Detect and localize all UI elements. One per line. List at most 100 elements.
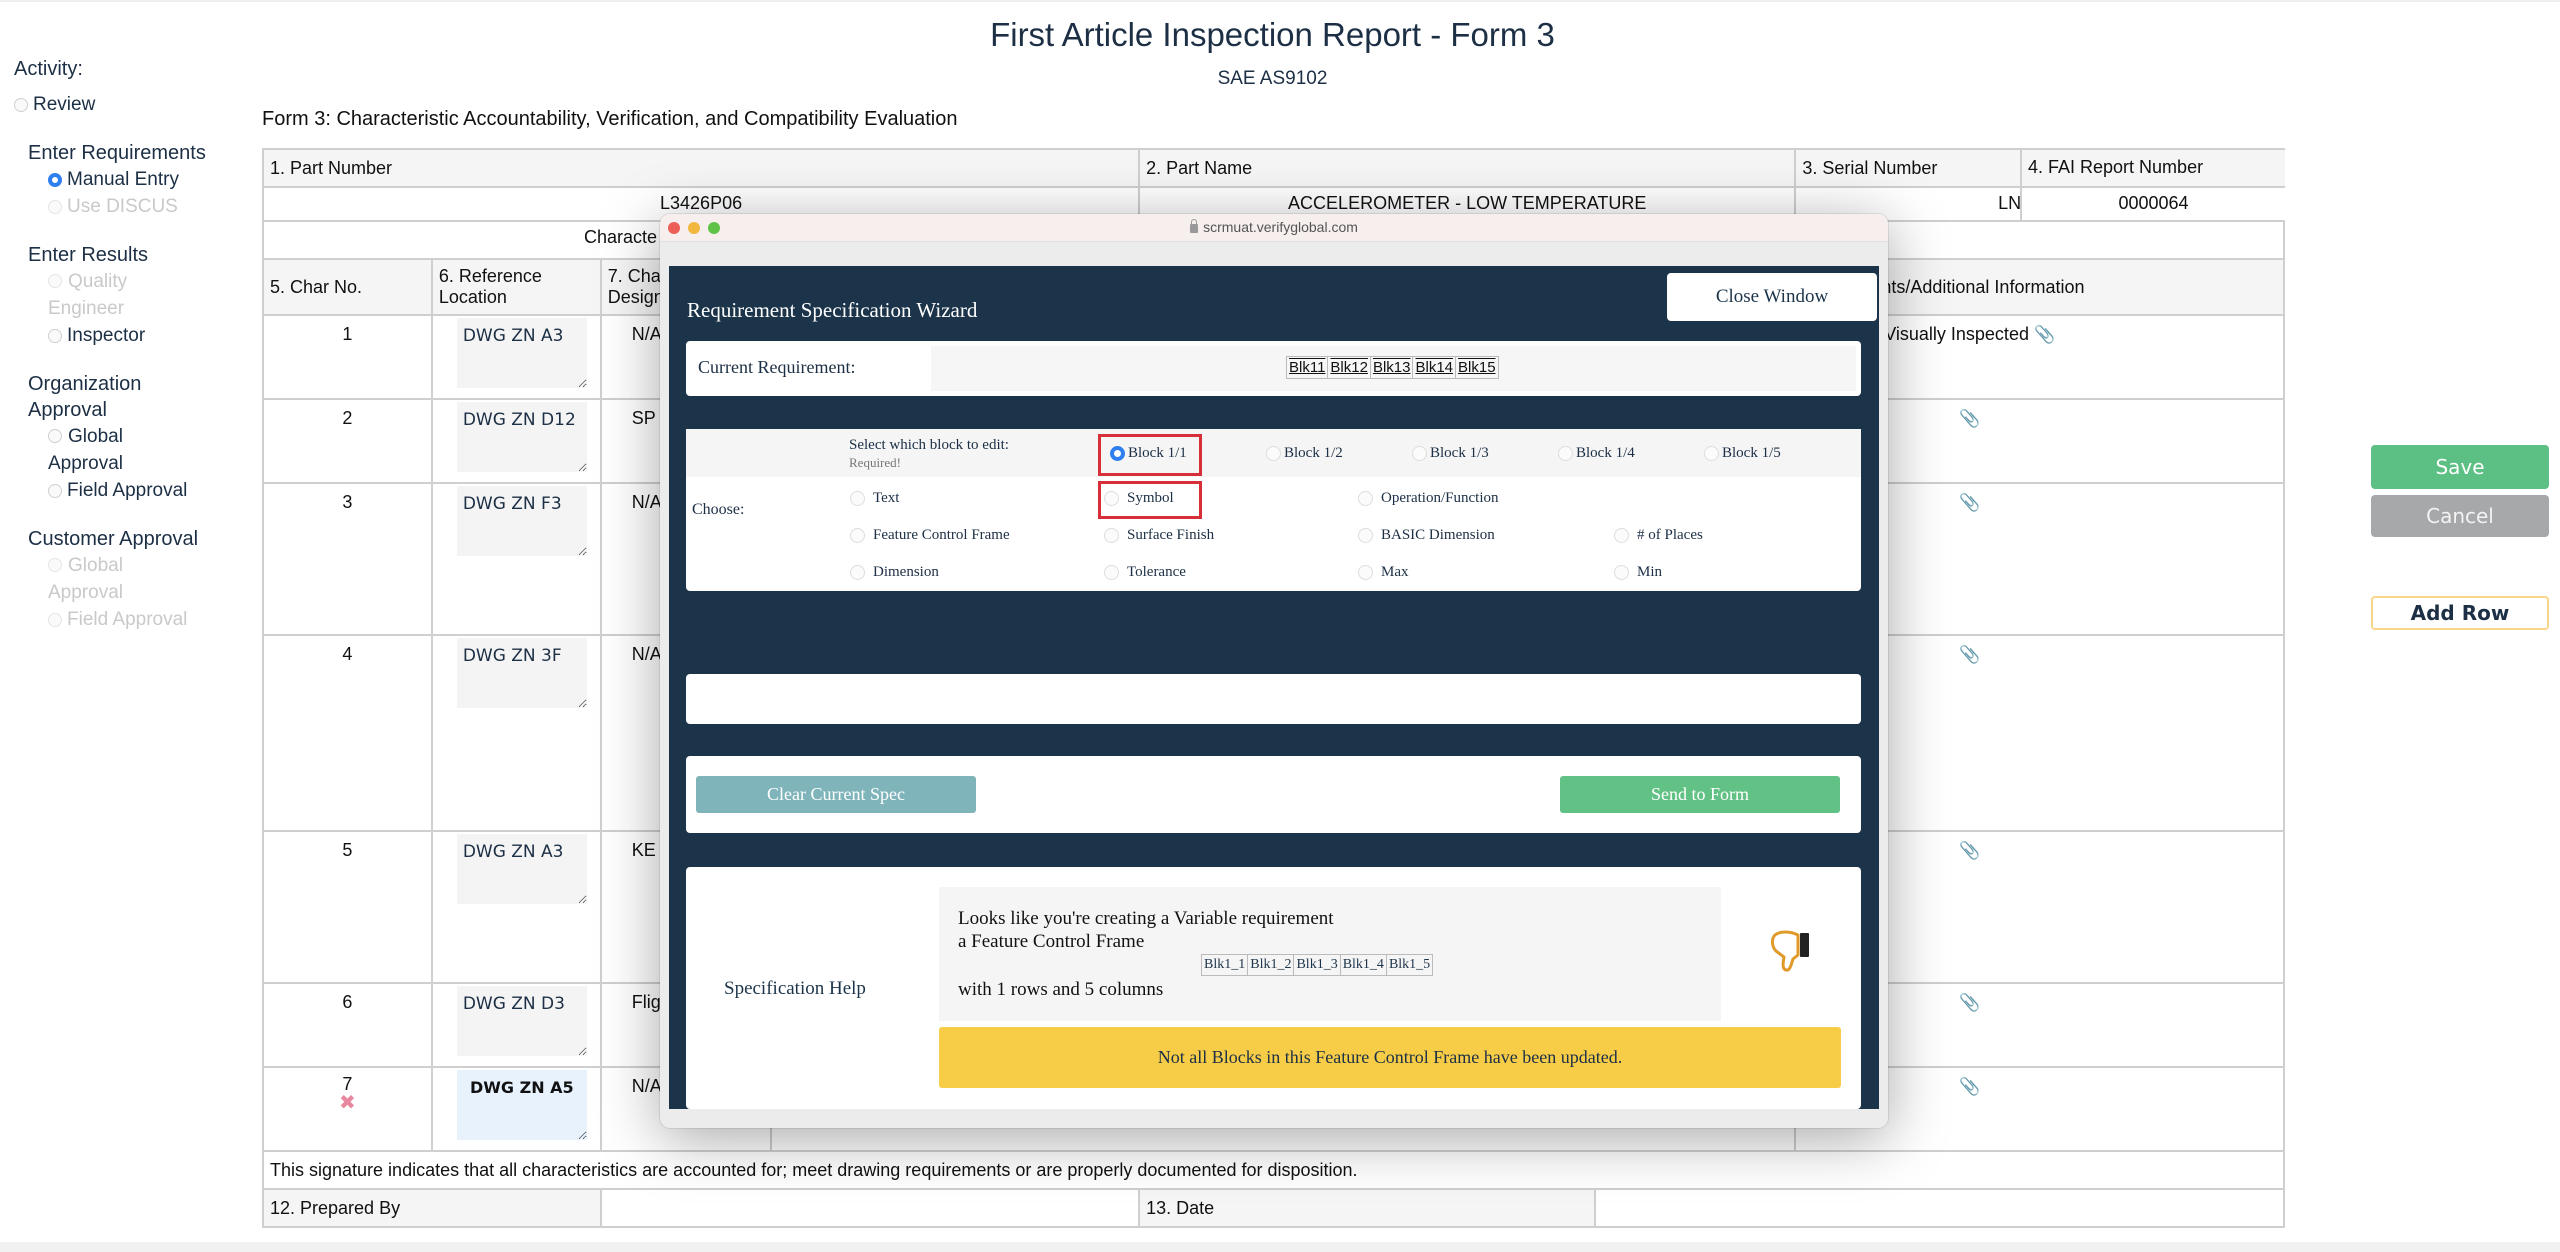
spec-actions-card: Clear Current Spec Send to Form <box>686 756 1861 833</box>
radio-icon[interactable] <box>48 484 62 498</box>
comment-value: Visually Inspected <box>1884 324 2029 344</box>
radio-icon[interactable] <box>1704 446 1719 461</box>
current-block[interactable]: Blk13 <box>1371 357 1414 378</box>
radio-type-max[interactable]: Max <box>1358 564 1409 581</box>
radio-icon[interactable] <box>48 429 62 443</box>
group-title: Enter Results <box>28 244 149 266</box>
paperclip-icon[interactable]: 📎 <box>1959 993 1980 1012</box>
char-no: 4 <box>262 634 433 832</box>
current-block[interactable]: Blk15 <box>1456 357 1498 378</box>
paperclip-icon[interactable]: 📎 <box>1959 841 1980 860</box>
fai-report-value: 0000064 <box>2020 188 2285 220</box>
radio-type-places[interactable]: # of Places <box>1614 527 1703 544</box>
radio-manual-entry[interactable]: Manual Entry <box>48 166 224 193</box>
paperclip-icon[interactable]: 📎 <box>2034 325 2055 344</box>
radio-quality-engineer: Quality Engineer <box>48 268 168 322</box>
radio-block-1-3[interactable]: Block 1/3 <box>1412 445 1489 462</box>
radio-icon[interactable] <box>1358 491 1373 506</box>
paperclip-icon[interactable]: 📎 <box>1959 645 1980 664</box>
paperclip-icon[interactable]: 📎 <box>1959 409 1980 428</box>
radio-org-global-approval[interactable]: Global Approval <box>48 423 158 477</box>
radio-icon[interactable] <box>850 565 865 580</box>
radio-icon[interactable] <box>1358 565 1373 580</box>
radio-block-1-4[interactable]: Block 1/4 <box>1558 445 1635 462</box>
page-title: First Article Inspection Report - Form 3 <box>990 16 1555 53</box>
send-to-form-button[interactable]: Send to Form <box>1560 776 1840 813</box>
reference-location-input[interactable]: DWG ZN A3 <box>456 318 587 388</box>
radio-type-surface-finish[interactable]: Surface Finish <box>1104 527 1214 544</box>
activity-sidebar: Activity: Review Enter Requirements Manu… <box>14 58 224 633</box>
radio-selected-icon[interactable] <box>48 173 62 187</box>
reference-location-input[interactable]: DWG ZN A3 <box>456 834 587 904</box>
radio-type-basic-dimension[interactable]: BASIC Dimension <box>1358 527 1495 544</box>
current-block[interactable]: Blk14 <box>1413 357 1457 378</box>
paperclip-icon[interactable]: 📎 <box>1959 493 1980 512</box>
radio-type-symbol[interactable]: Symbol <box>1104 490 1174 507</box>
reference-location-input[interactable]: DWG ZN D12 <box>456 402 587 472</box>
radio-type-feature-control-frame[interactable]: Feature Control Frame <box>850 527 1010 544</box>
radio-icon <box>48 613 62 627</box>
window-titlebar[interactable]: scrmuat.verifyglobal.com <box>660 214 1888 242</box>
radio-org-field-approval[interactable]: Field Approval <box>48 477 224 504</box>
radio-icon[interactable] <box>850 491 865 506</box>
prepared-by-label: 12. Prepared By <box>262 1188 602 1228</box>
group-title: Enter Requirements <box>28 142 206 164</box>
radio-icon[interactable] <box>1104 528 1119 543</box>
current-block[interactable]: Blk12 <box>1328 357 1371 378</box>
radio-icon[interactable] <box>850 528 865 543</box>
lock-icon <box>1190 219 1199 233</box>
radio-inspector[interactable]: Inspector <box>48 322 224 349</box>
radio-type-dimension[interactable]: Dimension <box>850 564 939 581</box>
reference-location-input[interactable]: DWG ZN A5 <box>456 1070 587 1140</box>
radio-block-1-5[interactable]: Block 1/5 <box>1704 445 1781 462</box>
clear-current-spec-button[interactable]: Clear Current Spec <box>696 776 976 813</box>
spec-editor-area[interactable] <box>686 674 1861 724</box>
current-requirement-field: Blk11 Blk12 Blk13 Blk14 Blk15 <box>931 346 1856 391</box>
radio-type-text[interactable]: Text <box>850 490 899 507</box>
radio-icon <box>48 200 62 214</box>
radio-selected-icon[interactable] <box>1110 446 1125 461</box>
top-border <box>0 0 2560 2</box>
current-block[interactable]: Blk11 <box>1287 357 1329 378</box>
radio-icon[interactable] <box>1104 491 1119 506</box>
cancel-button[interactable]: Cancel <box>2371 495 2549 537</box>
radio-icon <box>48 274 62 288</box>
fai-report-label: 4. FAI Report Number <box>2020 150 2285 186</box>
save-button[interactable]: Save <box>2371 445 2549 489</box>
radio-icon[interactable] <box>1104 565 1119 580</box>
help-block-grid: Blk1_1 Blk1_2 Blk1_3 Blk1_4 Blk1_5 <box>1201 954 1434 976</box>
delete-row-icon[interactable]: ✖ <box>270 1093 425 1113</box>
date-field[interactable] <box>1593 1188 2286 1228</box>
reference-location-input[interactable]: DWG ZN 3F <box>456 638 587 708</box>
help-block: Blk1_4 <box>1341 955 1387 975</box>
radio-icon[interactable] <box>48 329 62 343</box>
current-requirement-card: Current Requirement: Blk11 Blk12 Blk13 B… <box>686 341 1861 396</box>
radio-cust-field-approval: Field Approval <box>48 606 224 633</box>
radio-icon[interactable] <box>1614 528 1629 543</box>
radio-icon[interactable] <box>1266 446 1281 461</box>
char-no: 7 <box>342 1074 353 1094</box>
reference-location-input[interactable]: DWG ZN F3 <box>456 486 587 556</box>
paperclip-icon[interactable]: 📎 <box>1959 1077 1980 1096</box>
add-row-button[interactable]: Add Row <box>2371 596 2549 630</box>
radio-icon[interactable] <box>1412 446 1427 461</box>
help-line: a Feature Control Frame <box>958 931 1145 952</box>
radio-icon[interactable] <box>1358 528 1373 543</box>
help-line: with 1 rows and 5 columns <box>958 979 1164 1000</box>
char-no: 6 <box>262 982 433 1068</box>
radio-type-operation-function[interactable]: Operation/Function <box>1358 490 1498 507</box>
radio-icon[interactable] <box>1558 446 1573 461</box>
radio-icon[interactable] <box>1614 565 1629 580</box>
close-window-button[interactable]: Close Window <box>1667 273 1877 321</box>
radio-type-min[interactable]: Min <box>1614 564 1662 581</box>
radio-use-discus: Use DISCUS <box>48 193 224 220</box>
reference-location-input[interactable]: DWG ZN D3 <box>456 986 587 1056</box>
radio-review[interactable]: Review <box>14 91 224 118</box>
col-char-no: 5. Char No. <box>262 258 433 316</box>
prepared-by-field[interactable] <box>599 1188 1141 1228</box>
radio-icon[interactable] <box>14 98 28 112</box>
radio-block-1-1[interactable]: Block 1/1 <box>1110 445 1187 462</box>
radio-type-tolerance[interactable]: Tolerance <box>1104 564 1186 581</box>
radio-block-1-2[interactable]: Block 1/2 <box>1266 445 1343 462</box>
wizard-panel: Requirement Specification Wizard Close W… <box>669 266 1879 1109</box>
